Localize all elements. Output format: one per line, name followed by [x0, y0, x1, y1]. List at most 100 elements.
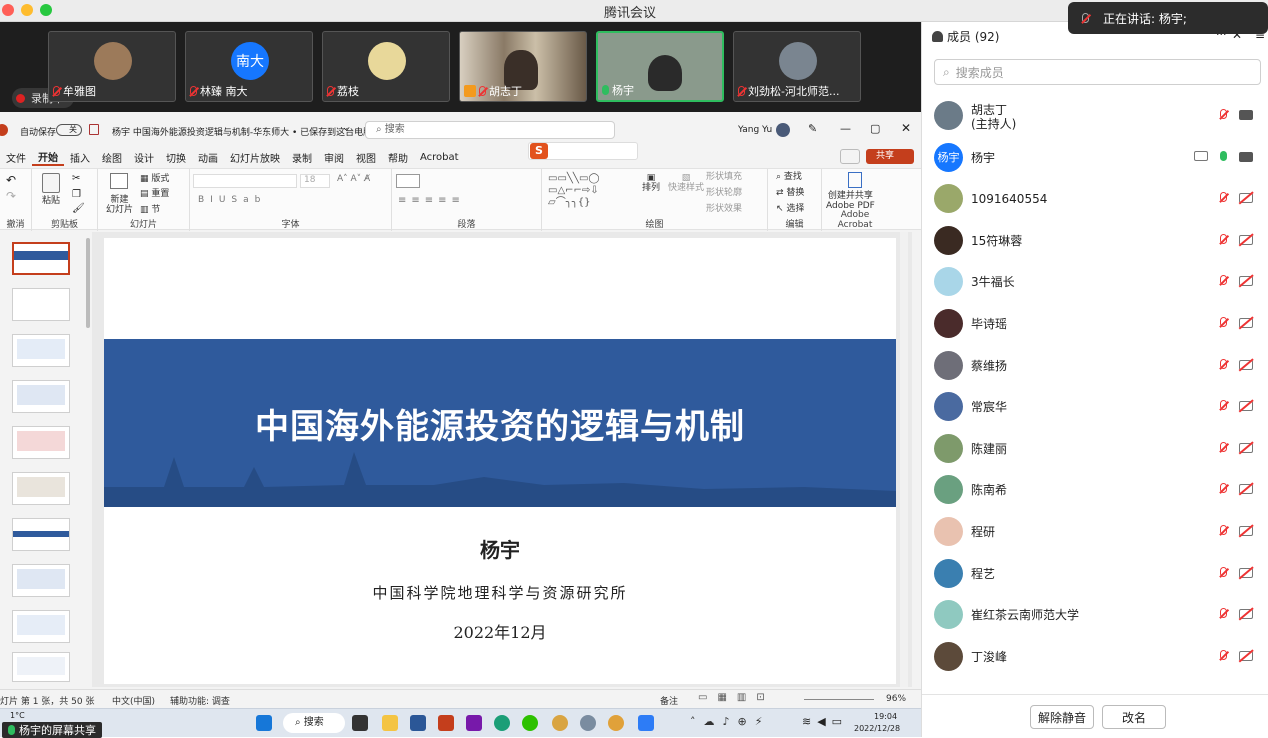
video-tile[interactable]: 荔枝 — [322, 31, 450, 102]
tab-view[interactable]: 视图 — [350, 150, 382, 165]
font-grow-icon[interactable]: A˄ A˅ A̸ — [337, 174, 370, 184]
user-avatar[interactable] — [776, 123, 790, 137]
autosave-toggle[interactable]: 关 — [56, 124, 82, 136]
video-tile[interactable]: 刘劲松-河北师范... — [733, 31, 861, 102]
bullets-icon[interactable] — [396, 174, 420, 188]
shape-fill-button[interactable]: 形状填充 — [706, 172, 742, 182]
tab-review[interactable]: 审阅 — [318, 150, 350, 165]
ppt-search-box[interactable]: ⌕ 搜索 — [365, 121, 615, 139]
word-icon[interactable] — [410, 715, 426, 731]
powerpoint-icon[interactable] — [438, 715, 454, 731]
camera-off-icon[interactable] — [1239, 609, 1253, 620]
camera-off-icon[interactable] — [1239, 484, 1253, 495]
meeting-app-icon[interactable] — [638, 715, 654, 731]
accessibility-status[interactable]: 辅助功能: 调查 — [170, 694, 230, 707]
screen-share-badge[interactable]: 杨宇的屏幕共享 — [2, 722, 102, 738]
member-search-input[interactable]: ⌕ 搜索成员 — [934, 59, 1261, 85]
camera-icon[interactable] — [1239, 110, 1253, 120]
quick-styles-button[interactable]: ▧ 快速样式 — [668, 173, 704, 193]
shape-outline-button[interactable]: 形状轮廓 — [706, 188, 742, 198]
slide-thumbnail[interactable] — [12, 242, 70, 275]
tab-draw[interactable]: 绘图 — [96, 150, 128, 165]
member-row[interactable]: 15符琳蓉 — [922, 220, 1268, 262]
replace-button[interactable]: ⇄ 替换 — [776, 188, 804, 198]
camera-off-icon[interactable] — [1239, 276, 1253, 287]
document-title[interactable]: 杨宇 中国海外能源投资逻辑与机制-华东师大 • 已保存到这台电脑 — [112, 125, 372, 138]
slide-thumbnail[interactable] — [12, 426, 70, 459]
format-painter-icon[interactable]: 🖌 — [72, 203, 85, 214]
camera-off-icon[interactable] — [1239, 317, 1253, 328]
member-row[interactable]: 1091640554 — [922, 178, 1268, 220]
font-name-box[interactable] — [193, 174, 297, 188]
new-slide-icon[interactable] — [110, 173, 128, 189]
wechat-icon[interactable] — [522, 715, 538, 731]
slide-thumbnail[interactable] — [12, 334, 70, 367]
canvas-scrollbar[interactable] — [900, 232, 908, 687]
camera-off-icon[interactable] — [1239, 193, 1253, 204]
muted-mic-icon[interactable] — [1220, 608, 1227, 619]
member-row[interactable]: 崔红茶云南师范大学 — [922, 594, 1268, 636]
section-button[interactable]: ▥ 节 — [140, 205, 160, 215]
slide-thumbnail[interactable] — [12, 472, 70, 505]
muted-mic-icon[interactable] — [1220, 483, 1227, 494]
member-row[interactable]: 常宸华 — [922, 386, 1268, 428]
video-tile-active[interactable]: 杨宇 — [596, 31, 724, 102]
comments-button[interactable] — [840, 149, 860, 164]
file-explorer-icon[interactable] — [382, 715, 398, 731]
restore-icon[interactable]: ▢ — [870, 122, 880, 135]
slide-thumbnail[interactable] — [12, 380, 70, 413]
zoom-slider[interactable] — [804, 699, 874, 700]
arrange-button[interactable]: ▣ 排列 — [642, 173, 660, 193]
member-row[interactable]: 胡志丁 (主持人) — [922, 95, 1268, 137]
minimize-icon[interactable]: — — [840, 122, 851, 135]
zoom-level[interactable]: 96% — [886, 694, 906, 704]
close-icon[interactable]: ✕ — [901, 121, 911, 135]
system-tray-icons[interactable]: ˄☁♪⊕⚡ — [690, 715, 770, 728]
font-size-box[interactable]: 18 — [300, 174, 330, 188]
camera-off-icon[interactable] — [1239, 442, 1253, 453]
camera-off-icon[interactable] — [1239, 650, 1253, 661]
edge-icon[interactable] — [494, 715, 510, 731]
undo-icon[interactable]: ↶ — [6, 173, 16, 187]
tab-acrobat[interactable]: Acrobat — [414, 152, 465, 163]
tab-slideshow[interactable]: 幻灯片放映 — [224, 150, 286, 165]
rename-button[interactable]: 改名 — [1102, 705, 1166, 729]
camera-off-icon[interactable] — [1239, 359, 1253, 370]
member-row[interactable]: 丁浚峰 — [922, 636, 1268, 678]
font-format-icons[interactable]: BIUSab — [198, 195, 266, 205]
select-button[interactable]: ↖ 选择 — [776, 204, 804, 214]
view-buttons[interactable]: ▭▦▥⊡ — [698, 692, 775, 703]
align-icons[interactable]: ≡≡≡≡≡ — [398, 195, 465, 206]
member-row[interactable]: 蔡维扬 — [922, 345, 1268, 387]
paste-icon[interactable] — [42, 173, 60, 193]
ime-toolbar[interactable]: S — [528, 142, 638, 160]
task-view-icon[interactable] — [352, 715, 368, 731]
reset-button[interactable]: ▤ 重置 — [140, 189, 169, 199]
muted-mic-icon[interactable] — [1220, 109, 1227, 119]
muted-mic-icon[interactable] — [1220, 358, 1227, 369]
windows-start-icon[interactable] — [256, 715, 272, 731]
tab-home[interactable]: 开始 — [32, 149, 64, 166]
thumbnail-scrollbar[interactable] — [86, 238, 90, 328]
member-row[interactable]: 陈建丽 — [922, 428, 1268, 470]
share-button[interactable]: 共享 ⌄ — [866, 149, 914, 176]
tab-record[interactable]: 录制 — [286, 150, 318, 165]
cut-icon[interactable]: ✂ — [72, 173, 80, 184]
tab-design[interactable]: 设计 — [128, 150, 160, 165]
current-slide[interactable]: 中国海外能源投资的逻辑与机制 杨宇 中国科学院地理科学与资源研究所 2022年1… — [104, 238, 896, 684]
shape-effects-button[interactable]: 形状效果 — [706, 204, 742, 214]
slide-thumbnail[interactable] — [12, 652, 70, 682]
member-row[interactable]: 陈南希 — [922, 469, 1268, 511]
muted-mic-icon[interactable] — [1220, 316, 1227, 327]
wifi-icon[interactable]: ≋◀▭ — [802, 715, 848, 728]
member-row[interactable]: 程研 — [922, 511, 1268, 553]
slide-thumbnail[interactable] — [12, 518, 70, 551]
camera-off-icon[interactable] — [1239, 234, 1253, 245]
shapes-gallery[interactable]: ▭▭╲╲▭◯ ▭△⌐⌐⇨⇩ ▱⌒╮╮{} — [548, 173, 634, 211]
video-tile[interactable]: 牟雅图 — [48, 31, 176, 102]
settings-icon[interactable] — [580, 715, 596, 731]
muted-mic-icon[interactable] — [1220, 400, 1227, 411]
new-slide-button[interactable]: 新建 幻灯片 — [106, 195, 133, 215]
member-row[interactable]: 毕诗瑶 — [922, 303, 1268, 345]
slide-thumbnail[interactable] — [12, 288, 70, 321]
